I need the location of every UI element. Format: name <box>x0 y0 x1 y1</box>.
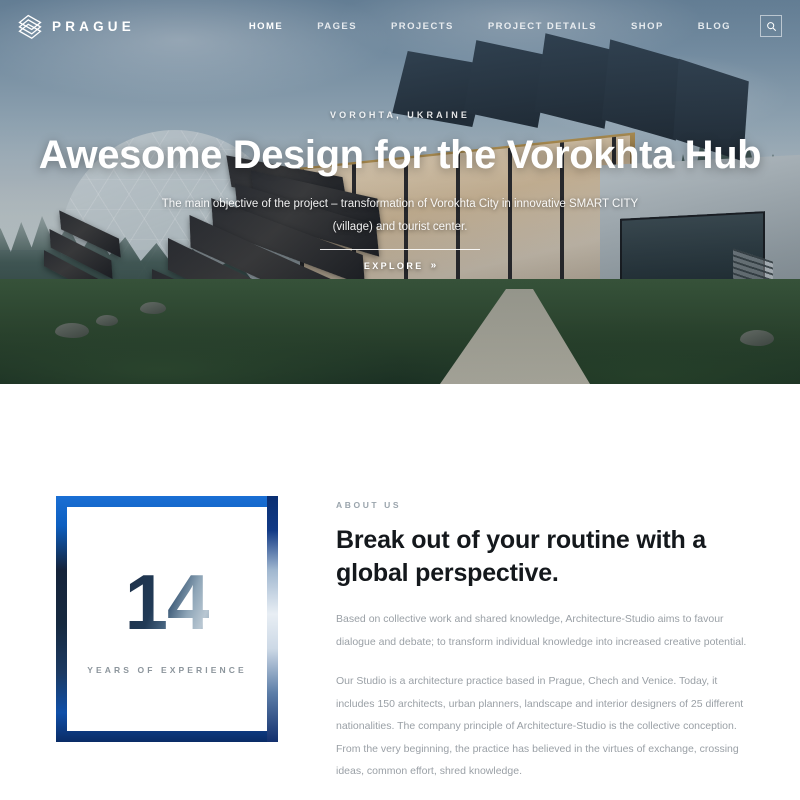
nav-item-pages[interactable]: PAGES <box>300 21 374 32</box>
hero-background-image <box>0 0 800 384</box>
nav-menu: HOME PAGES PROJECTS PROJECT DETAILS SHOP… <box>232 15 782 37</box>
experience-stat-frame: 14 YEARS OF EXPERIENCE <box>56 496 278 742</box>
nav-item-shop[interactable]: SHOP <box>614 21 681 32</box>
layered-hexagon-logo-icon <box>18 14 42 40</box>
hero-cta-wrapper: EXPLORE » <box>320 249 480 271</box>
main-navbar: PRAGUE HOME PAGES PROJECTS PROJECT DETAI… <box>0 0 800 52</box>
experience-stat-card: 14 YEARS OF EXPERIENCE <box>67 507 267 731</box>
explore-button[interactable]: EXPLORE » <box>364 260 436 271</box>
brand-name: PRAGUE <box>52 18 135 34</box>
search-button[interactable] <box>760 15 782 37</box>
about-heading: Break out of your routine with a global … <box>336 526 707 587</box>
about-section: 14 YEARS OF EXPERIENCE ABOUT US Break ou… <box>0 384 800 800</box>
about-eyebrow: ABOUT US <box>336 500 402 510</box>
cta-divider-line <box>320 249 480 250</box>
search-icon <box>766 21 776 31</box>
about-inner: 14 YEARS OF EXPERIENCE ABOUT US Break ou… <box>56 496 748 783</box>
about-paragraph-1: Based on collective work and shared know… <box>336 613 747 648</box>
hero-overlay-tint <box>0 0 800 384</box>
nav-item-home[interactable]: HOME <box>232 21 300 32</box>
about-text-column: ABOUT US Break out of your routine with … <box>336 496 748 783</box>
hero-section: PRAGUE HOME PAGES PROJECTS PROJECT DETAI… <box>0 0 800 384</box>
nav-item-blog[interactable]: BLOG <box>681 21 748 32</box>
about-paragraph-2: Our Studio is a architecture practice ba… <box>336 675 744 778</box>
arrow-right-icon: » <box>430 260 437 271</box>
explore-button-label: EXPLORE <box>363 260 424 271</box>
nav-item-projects[interactable]: PROJECTS <box>374 21 471 32</box>
experience-years-label: YEARS OF EXPERIENCE <box>87 665 247 675</box>
brand-logo[interactable]: PRAGUE <box>16 12 135 40</box>
nav-item-project-details[interactable]: PROJECT DETAILS <box>471 21 614 32</box>
experience-years-number: 14 <box>124 558 211 646</box>
